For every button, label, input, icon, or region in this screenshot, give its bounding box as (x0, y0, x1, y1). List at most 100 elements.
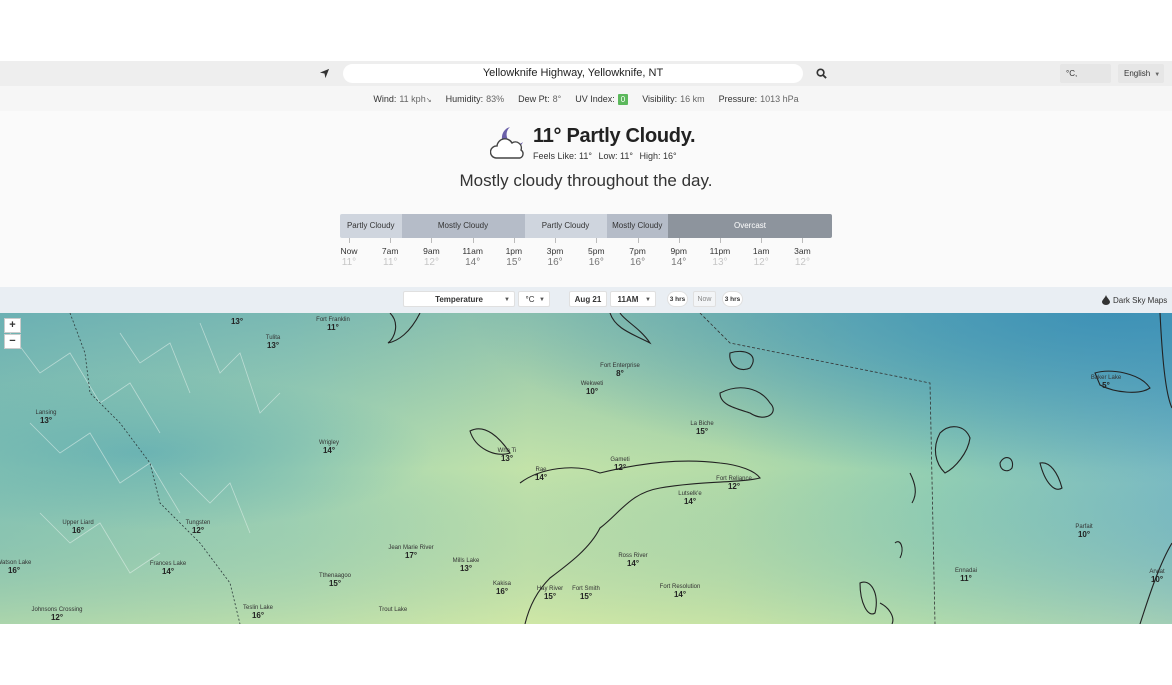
city-temperature: 10° (585, 387, 599, 396)
city-temperature: 11° (960, 574, 972, 583)
hour-temperature: 15° (506, 257, 522, 268)
dark-sky-maps-link[interactable]: Dark Sky Maps (1102, 295, 1167, 305)
city-temperature: 13° (39, 416, 53, 425)
dew-point-label: Dew Pt: (518, 93, 550, 104)
zoom-out-button[interactable]: − (4, 334, 21, 349)
timeline-tick (555, 238, 557, 243)
city-temperature: 16° (251, 611, 265, 620)
location-search-input[interactable]: Yellowknife Highway, Yellowknife, NT (343, 64, 803, 83)
forward-3hrs-button[interactable]: 3 hrs (722, 291, 743, 307)
map-city-label: Fort Reliance 12° (694, 476, 774, 491)
condition-segment[interactable]: Mostly Cloudy (401, 214, 525, 238)
map-city-label: Fort Resolution 14° (640, 584, 720, 599)
hour-time: 3am (794, 246, 811, 256)
chevron-down-icon: ▼ (539, 297, 545, 303)
partly-cloudy-night-icon (490, 127, 524, 159)
map-city-label: Frances Lake 14° (128, 561, 208, 576)
timeline-tick (719, 238, 721, 243)
city-temperature: 15° (328, 579, 342, 588)
language-dropdown[interactable]: English ▼ (1118, 64, 1164, 83)
map-city-label: Wrigley 14° (289, 440, 369, 455)
city-temperature: 14° (673, 590, 687, 599)
map-city-label: Ennadai 11° (926, 568, 1006, 583)
hour-column: 7am 11° (370, 246, 410, 268)
city-name: Trout Lake (378, 607, 408, 613)
map-unit-label: °C (525, 295, 535, 304)
map-city-label: Upper Liard 16° (38, 520, 118, 535)
condition-segment[interactable]: Overcast (668, 214, 832, 238)
timeline-tick (637, 238, 639, 243)
city-temperature: 13° (500, 454, 514, 463)
city-temperature: 16° (7, 566, 21, 575)
hour-temperature: 16° (588, 257, 604, 268)
city-temperature: 13° (266, 341, 280, 350)
temperature-map[interactable]: + − Fort Franklin 11° Tulita 13° 13° Fort Ent… (0, 313, 1172, 624)
current-conditions-strip: Wind: 11 kph↘ Humidity: 83% Dew Pt: 8° UV I… (0, 86, 1172, 111)
map-city-label: Watson Lake 16° (0, 560, 54, 575)
map-city-label: Lansing 13° (6, 410, 86, 425)
feels-like: Feels Like: 11° (533, 151, 592, 161)
city-temperature: 14° (322, 446, 336, 455)
city-temperature: 12° (50, 613, 64, 622)
now-button[interactable]: Now (693, 291, 716, 307)
hour-temperature: 16° (629, 257, 646, 268)
city-temperature: 12° (191, 526, 205, 535)
map-date-button[interactable]: Aug 21 (569, 291, 607, 307)
back-3hrs-button[interactable]: 3 hrs (667, 291, 688, 307)
hour-column: 9am 12° (411, 246, 451, 268)
city-temperature: 14° (683, 497, 697, 506)
map-city-label: La Biche 15° (662, 421, 742, 436)
city-temperature: 13° (459, 564, 473, 573)
dark-sky-maps-label: Dark Sky Maps (1113, 295, 1168, 305)
city-temperature: 8° (616, 369, 624, 378)
uv-index-badge: 0 (617, 93, 629, 105)
hour-time: 5pm (588, 246, 605, 256)
map-city-label: Tungsten 12° (158, 520, 238, 535)
hour-time: 9pm (670, 246, 687, 256)
timeline-tick (349, 238, 350, 243)
city-temperature: 12° (613, 463, 627, 472)
condition-segment[interactable]: Mostly Cloudy (606, 214, 668, 238)
hour-column: 1am 12° (741, 246, 781, 268)
map-toolbar: Temperature ▼ °C ▼ Aug 21 11AM ▼ 3 hrs Now … (0, 287, 1172, 313)
visibility-stat: Visibility: 16 km (642, 94, 704, 104)
hour-time: 7am (381, 246, 399, 256)
zoom-in-button[interactable]: + (4, 318, 21, 333)
hour-temperature: 11° (383, 257, 398, 268)
wind-value: 11 kph (399, 93, 426, 104)
hour-time: 11pm (709, 246, 731, 256)
map-city-label: Johnsons Crossing 12° (17, 607, 97, 622)
map-city-label: Trout Lake (353, 607, 433, 614)
condition-segment[interactable]: Partly Cloudy (340, 214, 402, 238)
dew-point-value: 8° (552, 93, 562, 104)
map-time-select[interactable]: 11AM ▼ (610, 291, 656, 307)
map-city-label: Tulita 13° (233, 335, 313, 350)
map-city-label: Tthenaagoo 15° (295, 573, 375, 588)
map-city-label: 13° (197, 317, 277, 326)
city-temperature: 12° (727, 482, 741, 491)
map-layer-select[interactable]: Temperature ▼ (403, 291, 515, 307)
visibility-value: 16 km (680, 93, 705, 104)
condition-segment[interactable]: Partly Cloudy (524, 214, 607, 238)
timeline-tick (678, 238, 680, 243)
city-temperature: 10° (1077, 530, 1091, 539)
map-city-label: Lutselk'e 14° (650, 491, 730, 506)
city-temperature: 11° (327, 323, 339, 332)
hourly-conditions-bar[interactable]: Partly Cloudy Mostly Cloudy Partly Cloudy M… (340, 214, 832, 238)
city-temperature: 14° (534, 473, 548, 482)
hour-column: 7pm 16° (618, 246, 658, 268)
map-city-label: Parfait 10° (1044, 524, 1124, 539)
map-unit-select[interactable]: °C ▼ (518, 291, 550, 307)
timeline-tick (802, 238, 804, 243)
search-button[interactable] (812, 64, 831, 83)
map-city-label: Teslin Lake 16° (218, 605, 298, 620)
location-arrow-icon (319, 68, 329, 79)
hour-column: 1pm 15° (494, 246, 534, 268)
top-search-bar: Yellowknife Highway, Yellowknife, NT °C,… (0, 61, 1172, 97)
humidity-value: 83% (486, 93, 505, 104)
pressure-value: 1013 hPa (760, 93, 799, 104)
locate-me-button[interactable] (314, 64, 334, 83)
map-city-label: Wekweti 10° (552, 381, 632, 396)
low-temp: Low: 11° (598, 151, 633, 161)
units-dropdown[interactable]: °C, km/h▼ (1060, 64, 1111, 97)
